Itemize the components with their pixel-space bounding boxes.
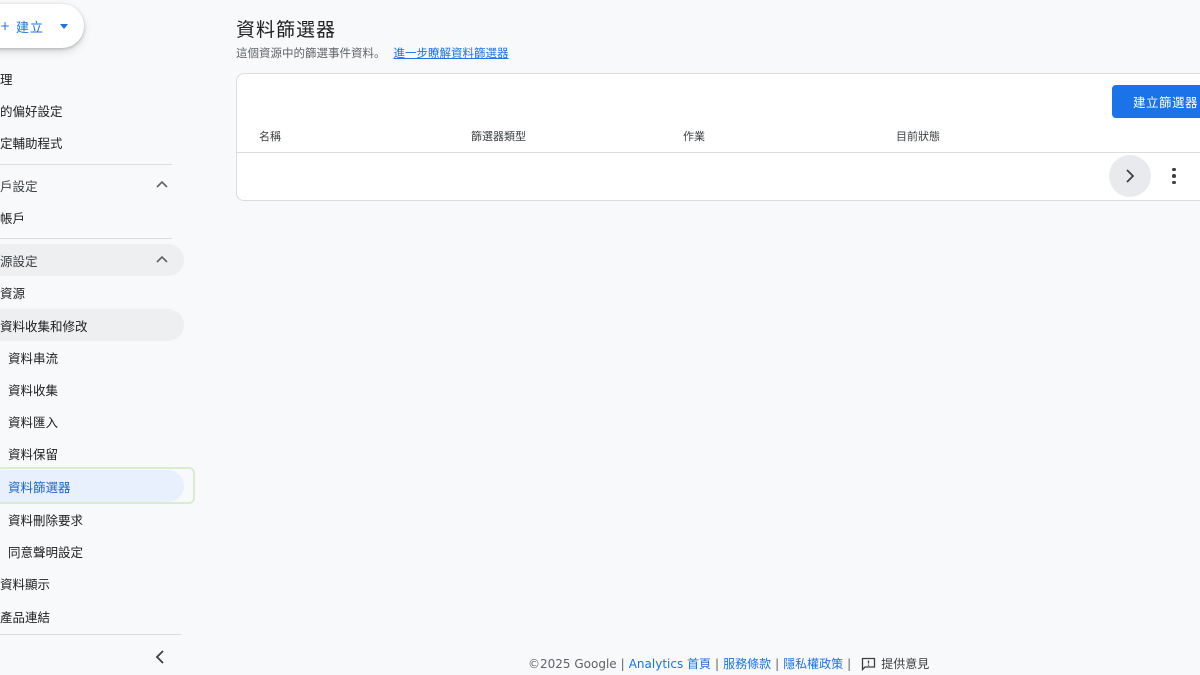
column-header-operation[interactable]: 作業 bbox=[683, 128, 705, 144]
sidebar-item-label: 資料刪除要求 bbox=[8, 512, 84, 528]
footer-separator: | bbox=[847, 656, 852, 671]
more-vert-icon[interactable] bbox=[1166, 166, 1182, 186]
analytics-home-link[interactable]: Analytics 首頁 bbox=[629, 655, 711, 672]
create-button[interactable]: + 建立 bbox=[0, 4, 84, 48]
sidebar-item-label: 理 bbox=[0, 71, 13, 87]
sidebar-item-data-collection-modification[interactable]: 資料收集和修改 bbox=[0, 309, 184, 341]
create-button-label: 建立 bbox=[16, 20, 45, 36]
sidebar-section-property-settings[interactable]: 源設定 bbox=[0, 244, 184, 276]
sidebar-item-label: 資料匯入 bbox=[8, 414, 59, 430]
sidebar-item-label: 產品連結 bbox=[0, 609, 51, 625]
chevron-up-icon bbox=[156, 252, 168, 266]
chevron-up-icon bbox=[156, 177, 168, 191]
subtitle-text: 這個資源中的篩選事件資料。 bbox=[236, 46, 386, 60]
sidebar-item-data-filters[interactable]: 資料篩選器 bbox=[0, 470, 184, 502]
sidebar-item-data-streams[interactable]: 資料串流 bbox=[0, 341, 58, 373]
sidebar-item-property[interactable]: 資源 bbox=[0, 276, 25, 308]
sidebar-item-label: 的偏好設定 bbox=[0, 103, 63, 119]
feedback-link[interactable]: 提供意見 bbox=[881, 655, 929, 672]
sidebar-item-data-retention[interactable]: 資料保留 bbox=[0, 437, 58, 469]
sidebar-item-data-collection[interactable]: 資料收集 bbox=[0, 373, 58, 405]
sidebar-item-label: 資料串流 bbox=[8, 350, 59, 366]
sidebar-item-label: 帳戶 bbox=[0, 210, 26, 226]
sidebar-item-label: 定輔助程式 bbox=[0, 135, 63, 151]
column-header-name[interactable]: 名稱 bbox=[259, 128, 281, 144]
sidebar-divider bbox=[0, 634, 181, 635]
plus-icon: + bbox=[0, 19, 11, 33]
sidebar-divider bbox=[0, 164, 172, 165]
privacy-policy-link[interactable]: 隱私權政策 bbox=[783, 655, 843, 672]
column-header-current-state[interactable]: 目前狀態 bbox=[896, 128, 940, 144]
terms-of-service-link[interactable]: 服務條款 bbox=[723, 655, 771, 672]
sidebar-section-account-settings[interactable]: 戶設定 bbox=[0, 169, 184, 201]
sidebar-item-label: 資料顯示 bbox=[0, 576, 51, 592]
sidebar-item-data-import[interactable]: 資料匯入 bbox=[0, 405, 58, 437]
sidebar-item-admin[interactable]: 理 bbox=[0, 62, 13, 94]
sidebar-item-label: 資源 bbox=[0, 285, 26, 301]
caret-down-icon bbox=[60, 23, 69, 29]
footer: ©2025 Google | Analytics 首頁 | 服務條款 | 隱私權… bbox=[528, 655, 929, 672]
chevron-left-icon bbox=[155, 650, 164, 664]
data-filters-card: 建立篩選器 名稱 篩選器類型 作業 目前狀態 bbox=[236, 73, 1200, 201]
learn-more-link[interactable]: 進一步瞭解資料篩選器 bbox=[394, 46, 509, 60]
page-title: 資料篩選器 bbox=[236, 19, 337, 41]
collapse-sidebar-button[interactable] bbox=[152, 648, 168, 670]
sidebar-item-consent-settings[interactable]: 同意聲明設定 bbox=[0, 535, 83, 567]
sidebar-item-data-display[interactable]: 資料顯示 bbox=[0, 567, 50, 599]
table-divider bbox=[237, 152, 1200, 153]
create-filter-button[interactable]: 建立篩選器 bbox=[1112, 85, 1200, 118]
page-subtitle: 這個資源中的篩選事件資料。 進一步瞭解資料篩選器 bbox=[236, 45, 509, 61]
column-header-filter-type[interactable]: 篩選器類型 bbox=[471, 128, 526, 144]
sidebar-item-label: 資料收集 bbox=[8, 382, 59, 398]
sidebar-item-account[interactable]: 帳戶 bbox=[0, 201, 25, 233]
sidebar-item-product-links[interactable]: 產品連結 bbox=[0, 600, 50, 632]
expand-row-button[interactable] bbox=[1109, 155, 1151, 197]
sidebar-divider bbox=[0, 238, 172, 239]
sidebar-item-label: 資料篩選器 bbox=[8, 479, 71, 495]
feedback-icon[interactable] bbox=[861, 657, 876, 671]
footer-separator: | bbox=[715, 656, 720, 671]
sidebar: + 建立 理 的偏好設定 定輔助程式 戶設定 帳戶 源設定 資源 資料收集和修改… bbox=[0, 0, 200, 675]
footer-separator: | bbox=[620, 656, 625, 671]
sidebar-item-label: 資料收集和修改 bbox=[0, 318, 88, 334]
copyright-text: ©2025 Google bbox=[528, 656, 617, 671]
sidebar-item-data-deletion-requests[interactable]: 資料刪除要求 bbox=[0, 503, 83, 535]
sidebar-item-label: 資料保留 bbox=[8, 446, 59, 462]
sidebar-item-label: 同意聲明設定 bbox=[8, 544, 84, 560]
sidebar-item-preferences[interactable]: 的偏好設定 bbox=[0, 94, 63, 126]
sidebar-section-label: 戶設定 bbox=[0, 178, 38, 194]
chevron-right-icon bbox=[1126, 169, 1135, 183]
sidebar-item-setup-assistant[interactable]: 定輔助程式 bbox=[0, 126, 63, 158]
sidebar-section-label: 源設定 bbox=[0, 253, 38, 269]
footer-separator: | bbox=[775, 656, 780, 671]
